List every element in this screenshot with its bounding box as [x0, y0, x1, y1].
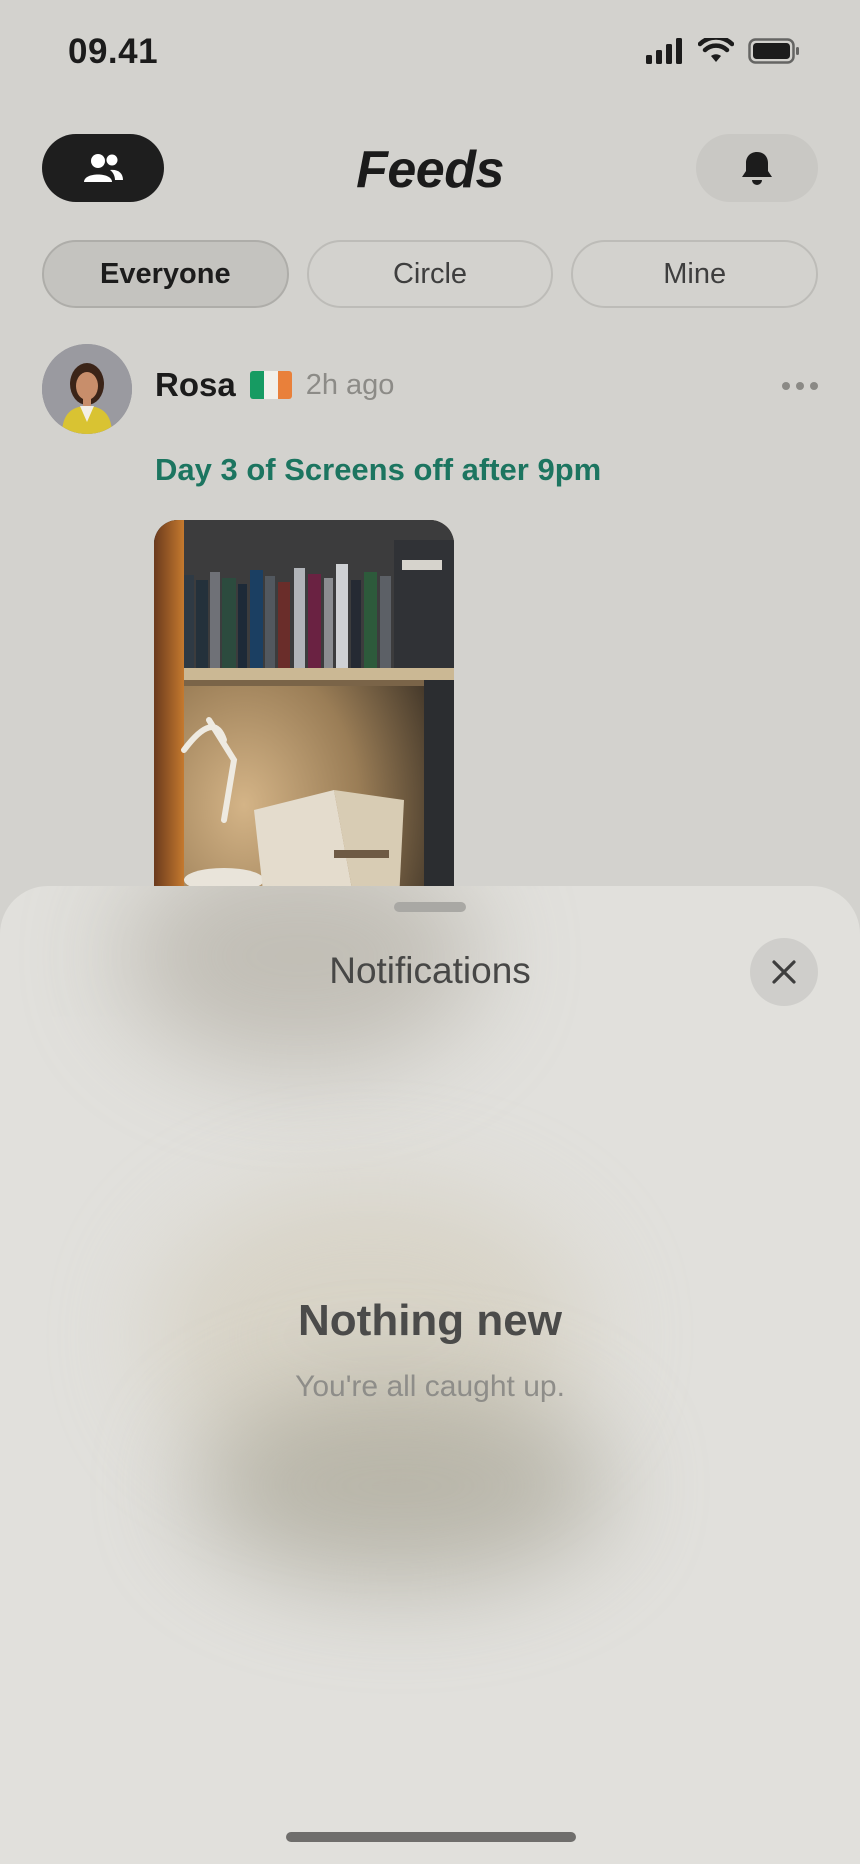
more-options-button[interactable]	[782, 382, 818, 390]
post-meta: Rosa 2h ago	[155, 366, 394, 404]
status-bar: 09.41	[0, 0, 860, 110]
signal-icon	[646, 38, 682, 64]
ireland-flag-icon	[249, 371, 292, 399]
notifications-sheet: Notifications Nothing new You're all cau…	[0, 886, 860, 1864]
battery-icon	[748, 38, 799, 64]
more-dot-icon	[782, 382, 790, 390]
status-time: 09.41	[68, 32, 159, 71]
status-icons	[646, 38, 800, 64]
empty-state-subtitle: You're all caught up.	[295, 1370, 565, 1403]
post-caption: Day 3 of Screens off after 9pm	[155, 452, 602, 487]
more-dot-icon	[796, 382, 804, 390]
sheet-grabber[interactable]	[394, 902, 466, 912]
blurred-background-ghost	[190, 1386, 610, 1586]
feed-tabs: Everyone Circle Mine	[42, 240, 819, 308]
close-button[interactable]	[750, 938, 818, 1006]
bell-icon	[742, 152, 772, 185]
notifications-button[interactable]	[696, 134, 818, 202]
post-time: 2h ago	[305, 368, 395, 401]
tab-mine[interactable]: Mine	[571, 240, 819, 308]
post-image[interactable]	[154, 520, 454, 900]
more-dot-icon	[810, 382, 818, 390]
empty-state-title: Nothing new	[298, 1296, 562, 1345]
wifi-icon	[698, 38, 734, 62]
header: Feeds	[0, 134, 860, 202]
tab-circle[interactable]: Circle	[306, 240, 554, 308]
author-name[interactable]: Rosa	[155, 366, 236, 404]
home-indicator	[286, 1832, 576, 1842]
bookshelf-lamp-photo	[154, 520, 454, 900]
close-icon	[772, 960, 796, 984]
avatar-image	[42, 344, 132, 434]
tab-everyone[interactable]: Everyone	[42, 240, 289, 308]
avatar[interactable]	[42, 344, 132, 434]
sheet-title: Notifications	[329, 950, 531, 991]
